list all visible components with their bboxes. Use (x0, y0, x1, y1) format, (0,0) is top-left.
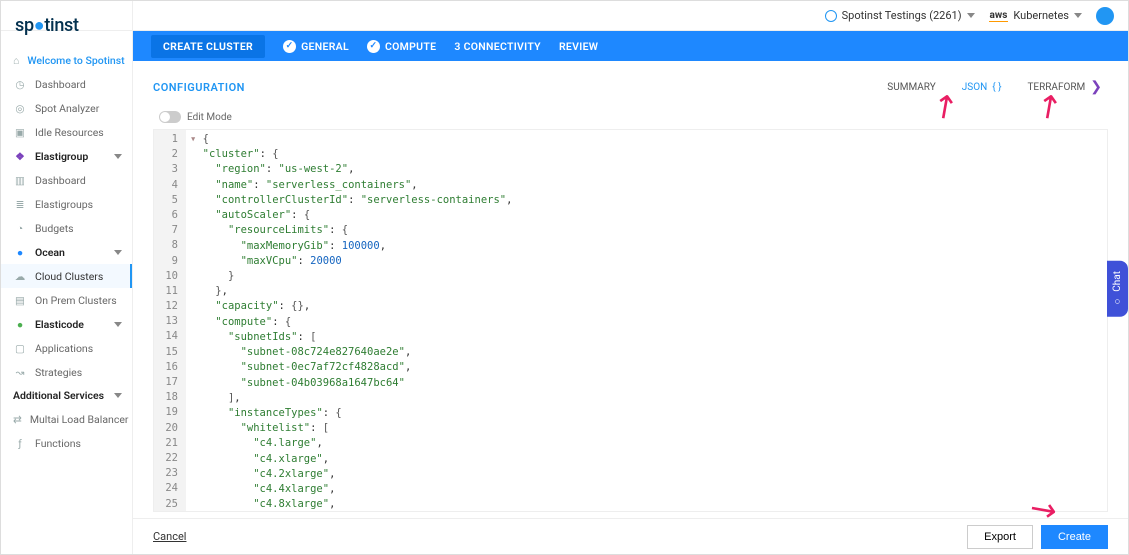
configuration-title: CONFIGURATION (153, 81, 245, 94)
gauge-icon: ◷ (13, 77, 27, 91)
provider-label: Kubernetes (1013, 9, 1069, 22)
create-cluster-button[interactable]: CREATE CLUSTER (151, 35, 265, 58)
cluster-icon: ❖ (13, 149, 27, 163)
dot-icon: ● (13, 317, 27, 331)
nav-section-additional[interactable]: Additional Services (1, 384, 132, 407)
nav-section-elastigroup[interactable]: ❖ Elastigroup (1, 144, 132, 168)
nav-label: Welcome to Spotinst (27, 54, 124, 67)
step-compute[interactable]: ✓ COMPUTE (367, 40, 436, 53)
chevron-down-icon (114, 393, 122, 398)
nav-label: Elasticode (35, 318, 84, 331)
app-icon: ▢ (13, 341, 27, 355)
fn-icon: ƒ (13, 436, 27, 450)
chat-label: Chat (1112, 271, 1123, 292)
json-editor[interactable]: 1234567891011121314151617181920212223242… (153, 129, 1108, 512)
nav-label: Strategies (35, 366, 82, 379)
json-icon: { } (992, 82, 1001, 93)
nav-spot-analyzer[interactable]: ◎ Spot Analyzer (1, 96, 132, 120)
chevron-down-icon (114, 250, 122, 255)
nav-section-elasticode[interactable]: ● Elasticode (1, 312, 132, 336)
cancel-link[interactable]: Cancel (153, 530, 186, 543)
org-name: Spotinst Testings (2261) (842, 9, 962, 22)
terraform-icon: ❯ (1090, 79, 1102, 95)
tab-label: JSON (962, 82, 987, 93)
avatar[interactable] (1096, 7, 1114, 25)
nav-label: Functions (35, 437, 81, 450)
step-label: GENERAL (301, 40, 349, 53)
home-icon: ⌂ (13, 53, 19, 67)
chart-icon: ▥ (13, 173, 27, 187)
sidebar: sp●tinst ⌂ Welcome to Spotinst ◷ Dashboard… (1, 1, 133, 554)
edit-mode-toggle[interactable] (159, 111, 181, 123)
step-label: COMPUTE (385, 40, 436, 53)
nav-label: Dashboard (35, 174, 86, 187)
lb-icon: ⇄ (13, 412, 22, 426)
nav-multai[interactable]: ⇄ Multai Load Balancer (1, 407, 132, 431)
step-connectivity[interactable]: 3 CONNECTIVITY (454, 40, 541, 53)
tab-label: SUMMARY (887, 82, 935, 93)
nav-onprem-clusters[interactable]: ▤ On Prem Clusters (1, 288, 132, 312)
box-icon: ▣ (13, 125, 27, 139)
create-button[interactable]: Create (1041, 525, 1108, 549)
nav-label: Multai Load Balancer (30, 413, 129, 426)
step-review[interactable]: REVIEW (559, 40, 598, 53)
logo: sp●tinst (1, 9, 132, 48)
nav-label: Budgets (35, 222, 74, 235)
tab-terraform[interactable]: TERRAFORM ❯ (1021, 75, 1108, 99)
export-button[interactable]: Export (967, 525, 1033, 549)
provider-selector[interactable]: aws Kubernetes (989, 9, 1082, 22)
nav-dashboard[interactable]: ◷ Dashboard (1, 72, 132, 96)
org-selector[interactable]: Spotinst Testings (2261) (825, 9, 975, 22)
nav-label: On Prem Clusters (35, 294, 117, 307)
aws-icon: aws (989, 10, 1009, 22)
tab-json[interactable]: JSON { } (956, 78, 1008, 97)
clock-icon: ◔ (13, 221, 27, 235)
nav-applications[interactable]: ▢ Applications (1, 336, 132, 360)
server-icon: ▤ (13, 293, 27, 307)
edit-mode-label: Edit Mode (187, 112, 232, 123)
nav-label: Applications (35, 342, 93, 355)
chat-tab[interactable]: ○ Chat (1107, 261, 1128, 317)
nav-label: Idle Resources (35, 126, 104, 139)
target-icon: ◎ (13, 101, 27, 115)
nav-section-ocean[interactable]: ● Ocean (1, 240, 132, 264)
editor-code: ▾ { "cluster": { "region": "us-west-2", … (186, 130, 1107, 511)
nav-cloud-clusters[interactable]: ☁ Cloud Clusters (1, 264, 132, 288)
nav-label: Dashboard (35, 78, 86, 91)
org-icon (825, 10, 837, 22)
chevron-down-icon (1074, 13, 1082, 18)
strategy-icon: ↝ (13, 365, 27, 379)
nav-label: Elastigroups (35, 198, 93, 211)
check-icon: ✓ (283, 40, 296, 53)
chevron-down-icon (114, 154, 122, 159)
nav-eg-groups[interactable]: ≣ Elastigroups (1, 192, 132, 216)
nav-label: Spot Analyzer (35, 102, 99, 115)
check-icon: ✓ (367, 40, 380, 53)
step-general[interactable]: ✓ GENERAL (283, 40, 349, 53)
chevron-down-icon (114, 322, 122, 327)
nav-eg-budgets[interactable]: ◔ Budgets (1, 216, 132, 240)
cloud-icon: ☁ (13, 269, 27, 283)
nav-eg-dashboard[interactable]: ▥ Dashboard (1, 168, 132, 192)
nav-welcome[interactable]: ⌂ Welcome to Spotinst (1, 48, 132, 72)
wizard-bar: CREATE CLUSTER ✓ GENERAL ✓ COMPUTE 3 CONNE… (133, 31, 1128, 61)
step-label: REVIEW (559, 40, 598, 53)
tab-summary[interactable]: SUMMARY (881, 78, 941, 97)
chevron-down-icon (967, 13, 975, 18)
nav-label: Ocean (35, 246, 65, 259)
nav-label: Elastigroup (35, 150, 88, 163)
globe-icon: ● (13, 245, 27, 259)
nav-strategies[interactable]: ↝ Strategies (1, 360, 132, 384)
nav-label: Cloud Clusters (35, 270, 103, 283)
nav-idle-resources[interactable]: ▣ Idle Resources (1, 120, 132, 144)
nav-functions[interactable]: ƒ Functions (1, 431, 132, 455)
nav-label: Additional Services (13, 389, 104, 402)
tab-label: TERRAFORM (1027, 82, 1085, 93)
step-label: 3 CONNECTIVITY (454, 40, 541, 53)
footer: Cancel Export Create (133, 518, 1128, 554)
layers-icon: ≣ (13, 197, 27, 211)
editor-gutter: 1234567891011121314151617181920212223242… (154, 130, 186, 511)
